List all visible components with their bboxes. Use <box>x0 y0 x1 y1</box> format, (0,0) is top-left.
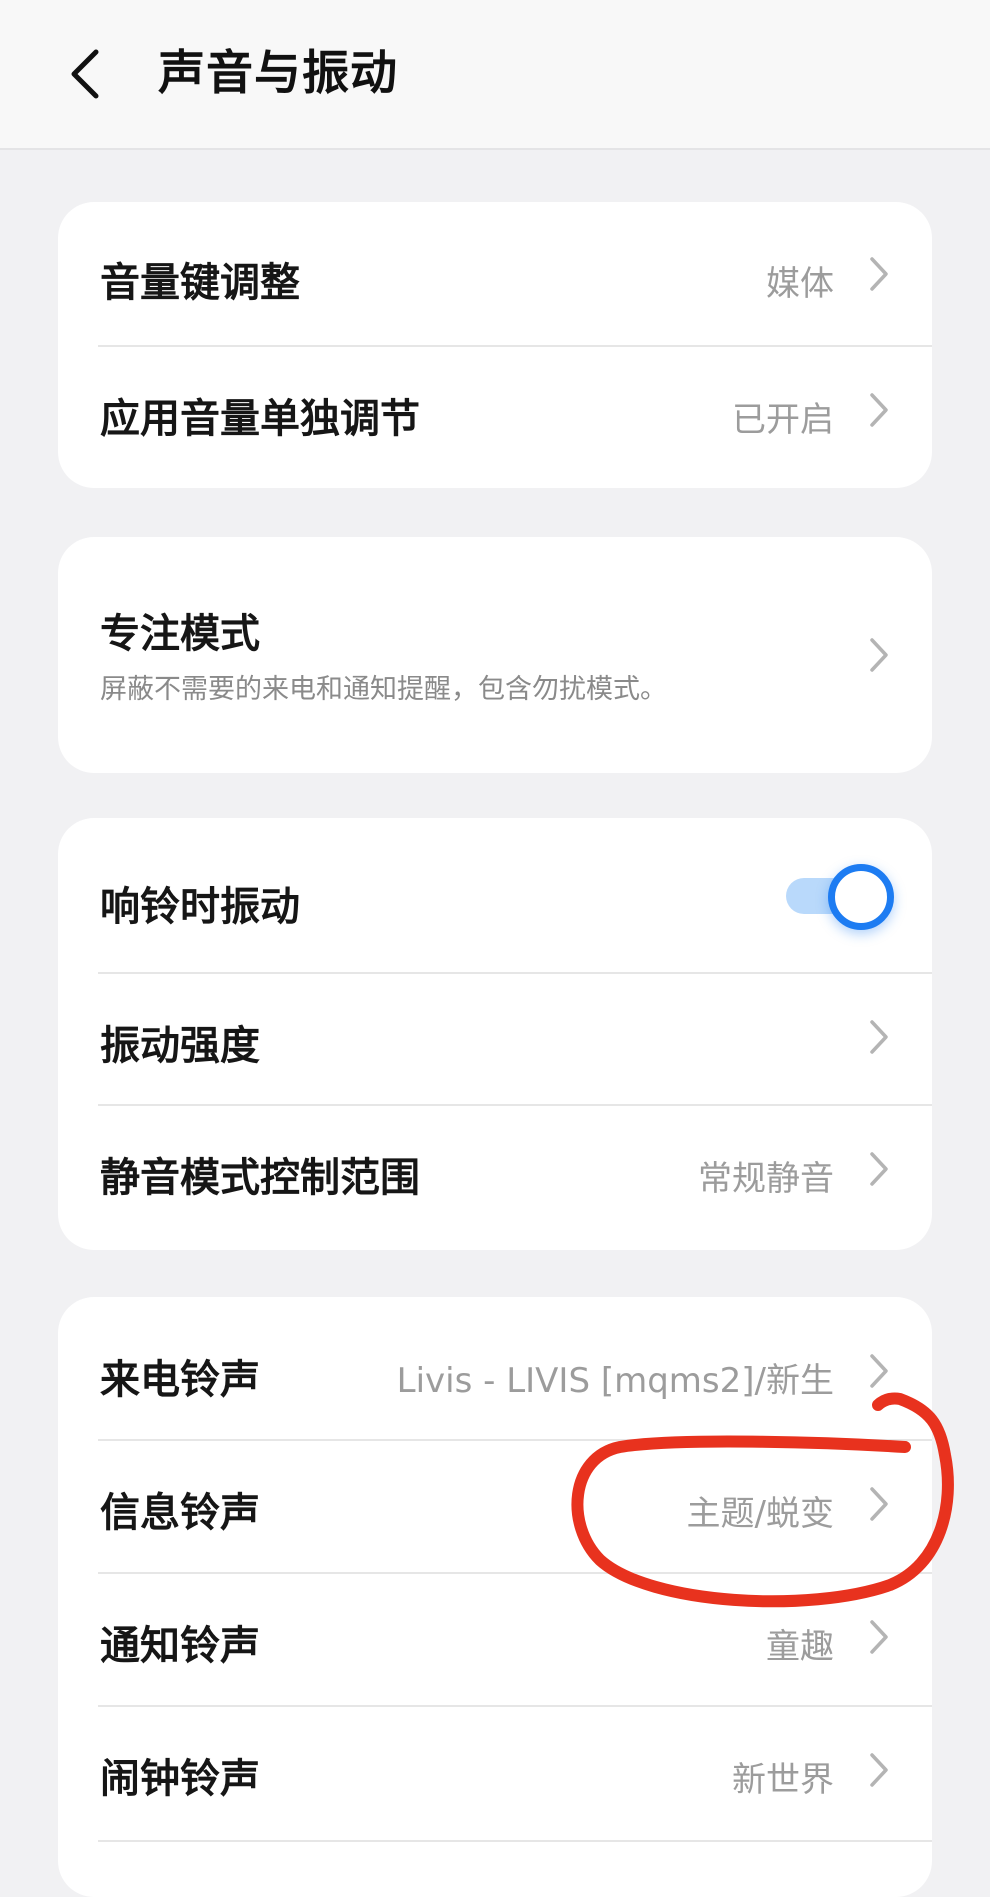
focus-mode-subtitle: 屏蔽不需要的来电和通知提醒，包含勿扰模式。 <box>100 674 667 705</box>
silent-mode-range-label: 静音模式控制范围 <box>100 1155 420 1201</box>
focus-mode-label: 专注模式 <box>100 611 260 657</box>
message-ringtone-value: 主题/蜕变 <box>686 1494 834 1534</box>
vibration-strength-label: 振动强度 <box>100 1023 260 1069</box>
chevron-right-icon <box>870 1487 888 1521</box>
alarm-ringtone-row[interactable]: 闹钟铃声 新世界 <box>58 1706 932 1841</box>
silent-mode-range-row[interactable]: 静音模式控制范围 常规静音 <box>58 1105 932 1250</box>
chevron-right-icon <box>870 257 888 291</box>
incoming-call-ringtone-value: Livis - LIVIS [mqms2]/新生 <box>396 1361 834 1401</box>
volume-key-adjust-row[interactable]: 音量键调整 媒体 <box>58 202 932 346</box>
chevron-right-icon <box>870 1753 888 1787</box>
back-chevron-icon[interactable] <box>62 44 110 104</box>
app-volume-separate-row[interactable]: 应用音量单独调节 已开启 <box>58 346 932 488</box>
alarm-ringtone-label: 闹钟铃声 <box>100 1756 260 1802</box>
message-ringtone-label: 信息铃声 <box>100 1490 260 1536</box>
ringtones-card: 来电铃声 Livis - LIVIS [mqms2]/新生 信息铃声 主题/蜕变… <box>58 1297 932 1897</box>
focus-mode-row[interactable]: 专注模式 屏蔽不需要的来电和通知提醒，包含勿扰模式。 <box>58 537 932 773</box>
focus-mode-card: 专注模式 屏蔽不需要的来电和通知提醒，包含勿扰模式。 <box>58 537 932 773</box>
vibration-settings-card: 响铃时振动 振动强度 静音模式控制范围 常规静音 <box>58 818 932 1250</box>
vibrate-on-ring-row: 响铃时振动 <box>58 818 932 973</box>
vibrate-on-ring-label: 响铃时振动 <box>100 884 300 930</box>
notification-ringtone-label: 通知铃声 <box>100 1623 260 1669</box>
chevron-right-icon <box>870 393 888 427</box>
app-volume-separate-label: 应用音量单独调节 <box>100 396 420 442</box>
notification-ringtone-row[interactable]: 通知铃声 童趣 <box>58 1573 932 1706</box>
divider <box>98 1840 932 1842</box>
chevron-right-icon <box>870 1152 888 1186</box>
chevron-right-icon <box>870 638 888 672</box>
toggle-knob <box>828 864 894 930</box>
volume-settings-card: 音量键调整 媒体 应用音量单独调节 已开启 <box>58 202 932 488</box>
vibrate-on-ring-toggle[interactable] <box>778 861 894 931</box>
vibration-strength-row[interactable]: 振动强度 <box>58 973 932 1105</box>
volume-key-adjust-label: 音量键调整 <box>100 260 300 306</box>
app-volume-separate-value: 已开启 <box>732 400 834 440</box>
volume-key-adjust-value: 媒体 <box>766 264 834 304</box>
page-title: 声音与振动 <box>158 46 398 101</box>
chevron-right-icon <box>870 1020 888 1054</box>
silent-mode-range-value: 常规静音 <box>698 1159 834 1199</box>
alarm-ringtone-value: 新世界 <box>732 1760 834 1800</box>
message-ringtone-row[interactable]: 信息铃声 主题/蜕变 <box>58 1440 932 1573</box>
incoming-call-ringtone-label: 来电铃声 <box>100 1357 260 1403</box>
incoming-call-ringtone-row[interactable]: 来电铃声 Livis - LIVIS [mqms2]/新生 <box>58 1297 932 1440</box>
chevron-right-icon <box>870 1354 888 1388</box>
notification-ringtone-value: 童趣 <box>766 1627 834 1667</box>
chevron-right-icon <box>870 1620 888 1654</box>
top-app-bar: 声音与振动 <box>0 0 990 150</box>
